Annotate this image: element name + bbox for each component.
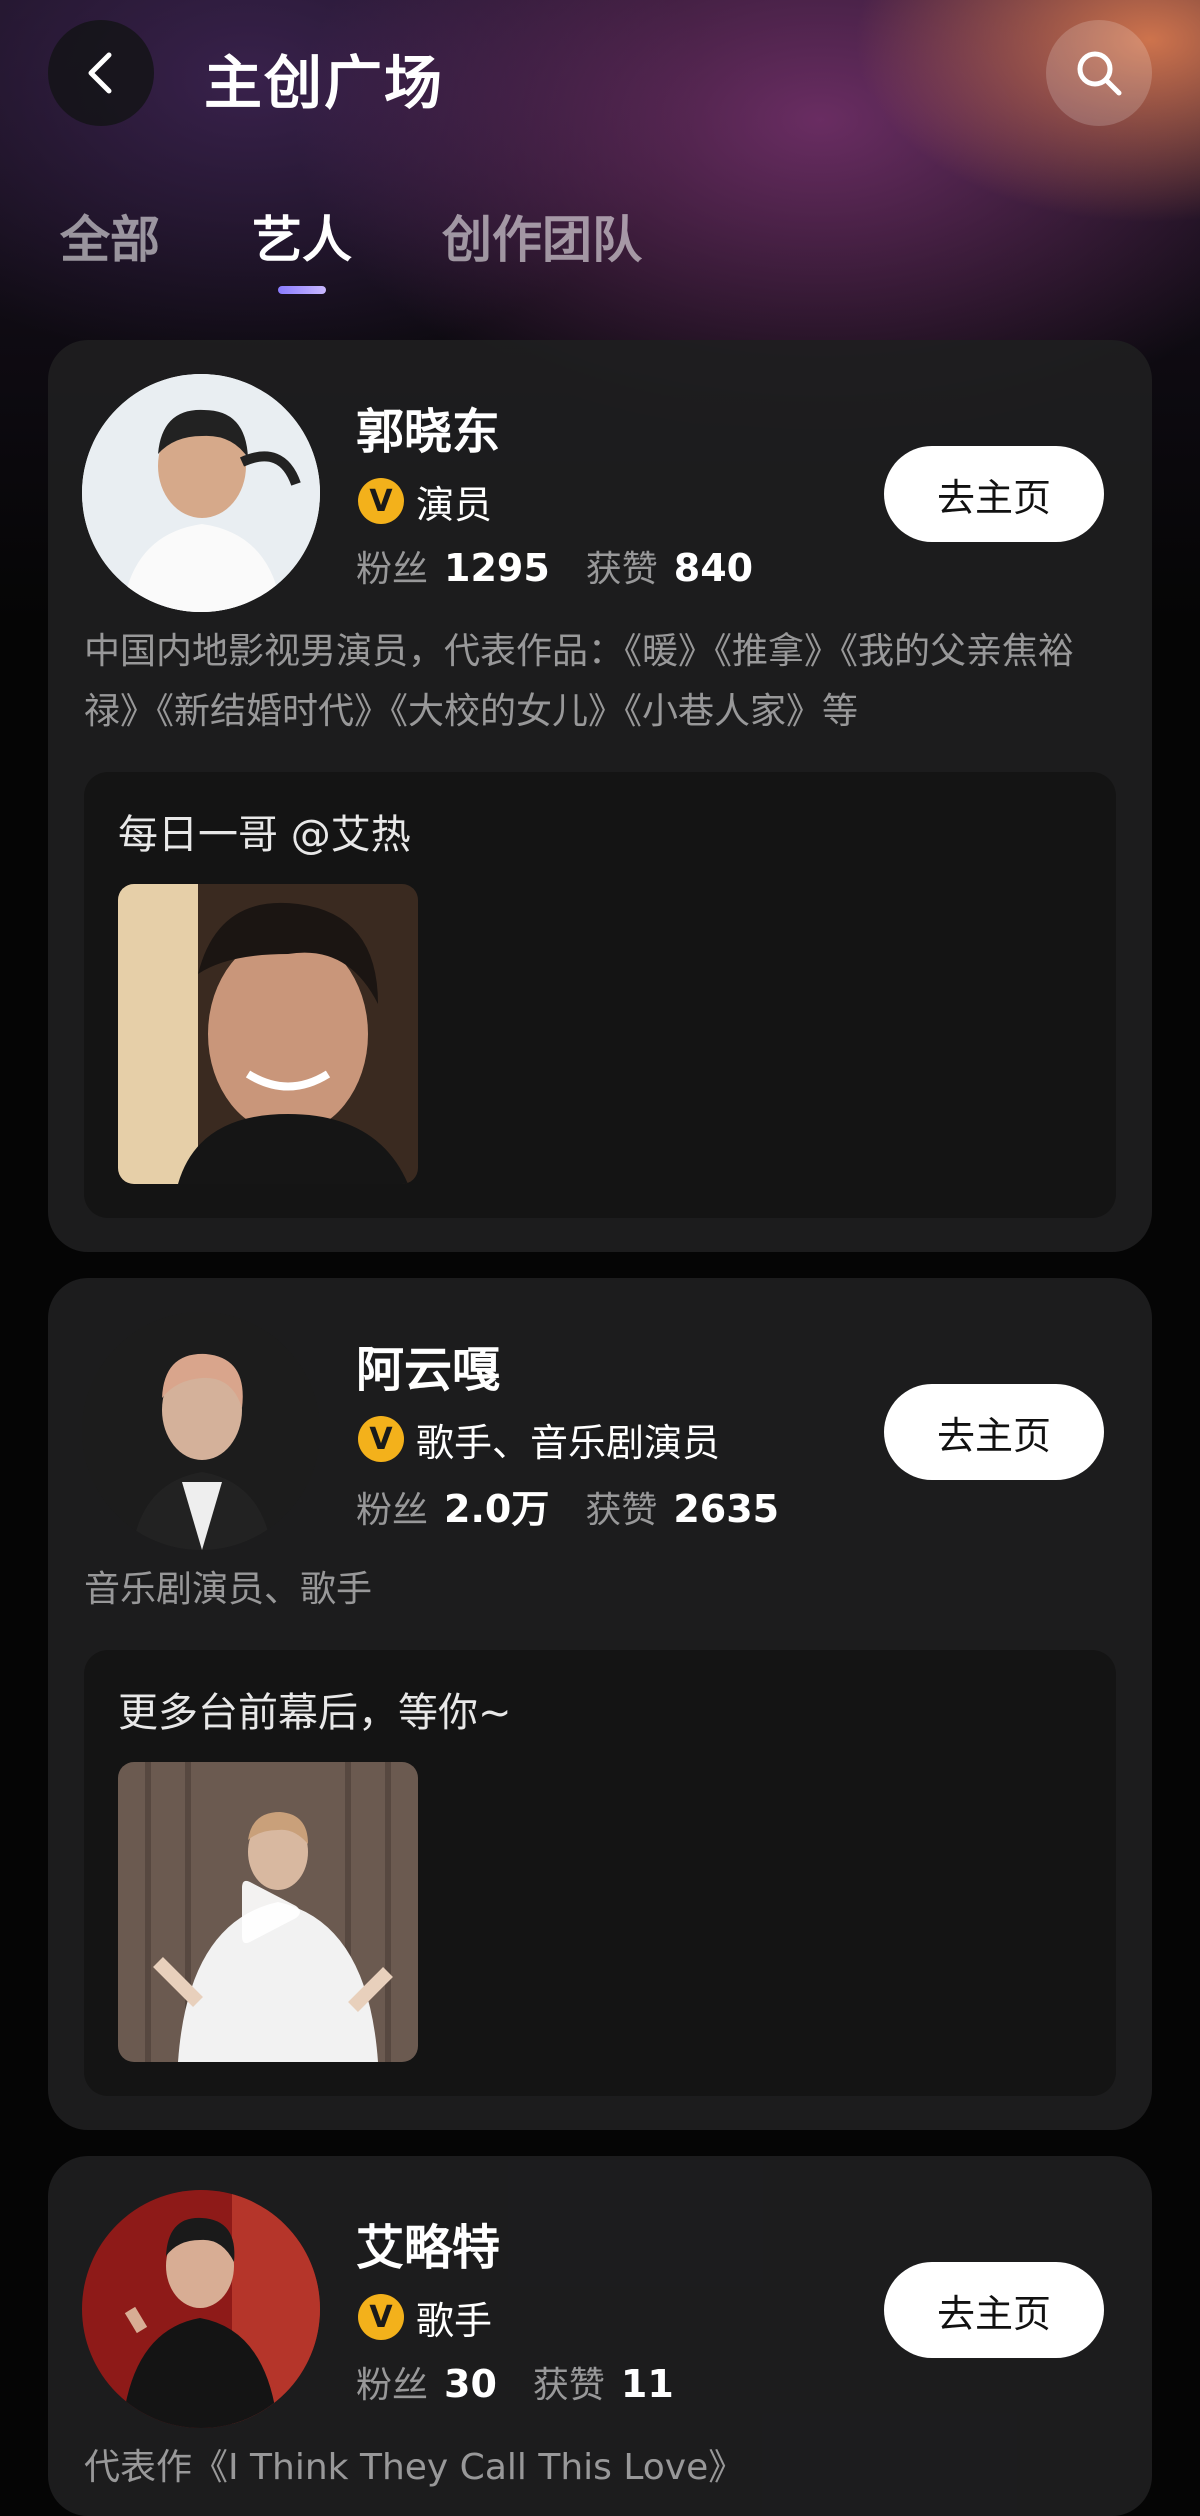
tab-all[interactable]: 全部 (60, 200, 160, 272)
avatar-illustration (82, 374, 320, 612)
likes-label: 获赞 (532, 2365, 605, 2406)
artist-card[interactable]: 艾略特 V 歌手 粉丝 30 获赞 11 去主页 代表作《I Think They C… (48, 2156, 1152, 2516)
fans-label: 粉丝 (356, 2365, 429, 2406)
tab-artists[interactable]: 艺人 (252, 200, 352, 272)
go-homepage-button[interactable]: 去主页 (884, 1384, 1104, 1480)
artist-role: 演员 (416, 483, 493, 527)
post-thumbnail[interactable] (118, 884, 418, 1184)
verified-badge-icon: V (358, 2294, 404, 2340)
search-icon (1077, 51, 1122, 96)
artist-description: 代表作《I Think They Call This Love》 (84, 2447, 745, 2488)
artist-card[interactable]: 郭晓东 V 演员 粉丝 1295 获赞 840 去主页 中国内地影视男演员，代表作品：… (48, 340, 1152, 1252)
play-icon[interactable] (228, 1872, 308, 1952)
fans-label: 粉丝 (356, 549, 429, 590)
avatar-illustration (82, 1312, 320, 1550)
search-button[interactable] (1046, 20, 1152, 126)
artist-stats: 粉丝 1295 获赞 840 (356, 540, 789, 592)
fans-count: 1295 (444, 546, 550, 590)
post-text: 每日一哥 @艾热 (118, 812, 411, 858)
artist-description: 中国内地影视男演员，代表作品：《暖》《推拿》《我的父亲焦裕禄》《新结婚时代》《大… (84, 631, 1075, 732)
artist-name: 艾略特 (356, 2220, 501, 2276)
category-tabs: 全部 艺人 创作团队 (0, 200, 1200, 300)
artist-avatar[interactable] (82, 374, 320, 612)
featured-post[interactable]: 每日一哥 @艾热 (84, 772, 1116, 1218)
artist-stats: 粉丝 30 获赞 11 (356, 2356, 710, 2408)
likes-count: 11 (620, 2362, 674, 2406)
artist-description: 音乐剧演员、歌手 (84, 1569, 373, 1610)
post-image (118, 884, 418, 1184)
fans-label: 粉丝 (356, 1490, 429, 1531)
artist-stats: 粉丝 2.0万 获赞 2635 (356, 1478, 815, 1533)
artist-name: 郭晓东 (356, 404, 501, 460)
artist-role: 歌手、音乐剧演员 (416, 1421, 721, 1465)
page-title: 主创广场 (204, 49, 445, 117)
top-bar: 主创广场 (0, 0, 1200, 150)
post-text: 更多台前幕后，等你~ (118, 1690, 512, 1736)
featured-post[interactable]: 更多台前幕后，等你~ (84, 1650, 1116, 2096)
avatar-illustration (82, 2190, 320, 2428)
go-homepage-button[interactable]: 去主页 (884, 446, 1104, 542)
post-video-thumbnail[interactable] (118, 1762, 418, 2062)
fans-count: 2.0万 (444, 1487, 550, 1531)
artist-card[interactable]: 阿云嘎 V 歌手、音乐剧演员 粉丝 2.0万 获赞 2635 去主页 音乐剧演员、歌手… (48, 1278, 1152, 2130)
tab-creative-team[interactable]: 创作团队 (442, 200, 642, 272)
artist-avatar[interactable] (82, 1312, 320, 1550)
back-button[interactable] (48, 20, 154, 126)
go-homepage-button[interactable]: 去主页 (884, 2262, 1104, 2358)
artist-name: 阿云嘎 (356, 1342, 501, 1398)
likes-label: 获赞 (585, 1490, 658, 1531)
fans-count: 30 (444, 2362, 497, 2406)
verified-badge-icon: V (358, 478, 404, 524)
chevron-left-icon (88, 52, 112, 94)
likes-label: 获赞 (585, 549, 658, 590)
artist-avatar[interactable] (82, 2190, 320, 2428)
artist-role: 歌手 (416, 2299, 493, 2343)
likes-count: 840 (673, 546, 754, 590)
likes-count: 2635 (673, 1487, 780, 1531)
verified-badge-icon: V (358, 1416, 404, 1462)
active-tab-indicator (278, 286, 326, 294)
